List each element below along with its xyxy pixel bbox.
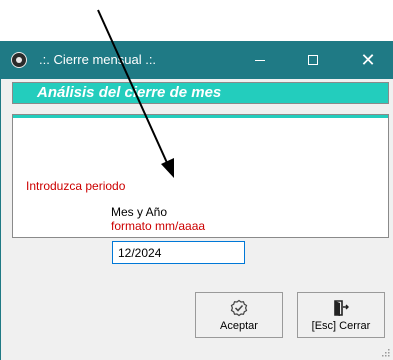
eye-icon (11, 52, 27, 68)
title-bar[interactable]: .:. Cierre mensual .:. ✕ (1, 41, 393, 79)
period-input[interactable] (112, 241, 245, 264)
resize-grip-icon[interactable] (380, 347, 390, 357)
maximize-icon (308, 55, 318, 65)
accept-button-label: Aceptar (220, 319, 258, 332)
window-title: .:. Cierre mensual .:. (39, 52, 157, 67)
monthly-close-window: .:. Cierre mensual .:. ✕ Análisis del ci… (0, 41, 393, 360)
period-label: Introduzca periodo (26, 179, 126, 193)
close-button-label: [Esc] Cerrar (311, 319, 371, 332)
minimize-button[interactable] (237, 41, 283, 79)
minimize-icon (255, 59, 265, 61)
month-year-label: Mes y Año (111, 205, 168, 219)
format-hint: formato mm/aaaa (111, 219, 206, 233)
section-header-title: Análisis del cierre de mes (37, 84, 222, 101)
exit-door-icon (334, 299, 349, 316)
close-button[interactable]: [Esc] Cerrar (297, 292, 385, 338)
close-icon: ✕ (360, 49, 376, 70)
accept-button[interactable]: Aceptar (195, 292, 283, 338)
panel-accent-stripe (13, 115, 388, 118)
check-badge-icon (230, 299, 248, 316)
section-header: Análisis del cierre de mes (12, 82, 389, 104)
close-window-button[interactable]: ✕ (345, 41, 391, 79)
maximize-button[interactable] (290, 41, 336, 79)
